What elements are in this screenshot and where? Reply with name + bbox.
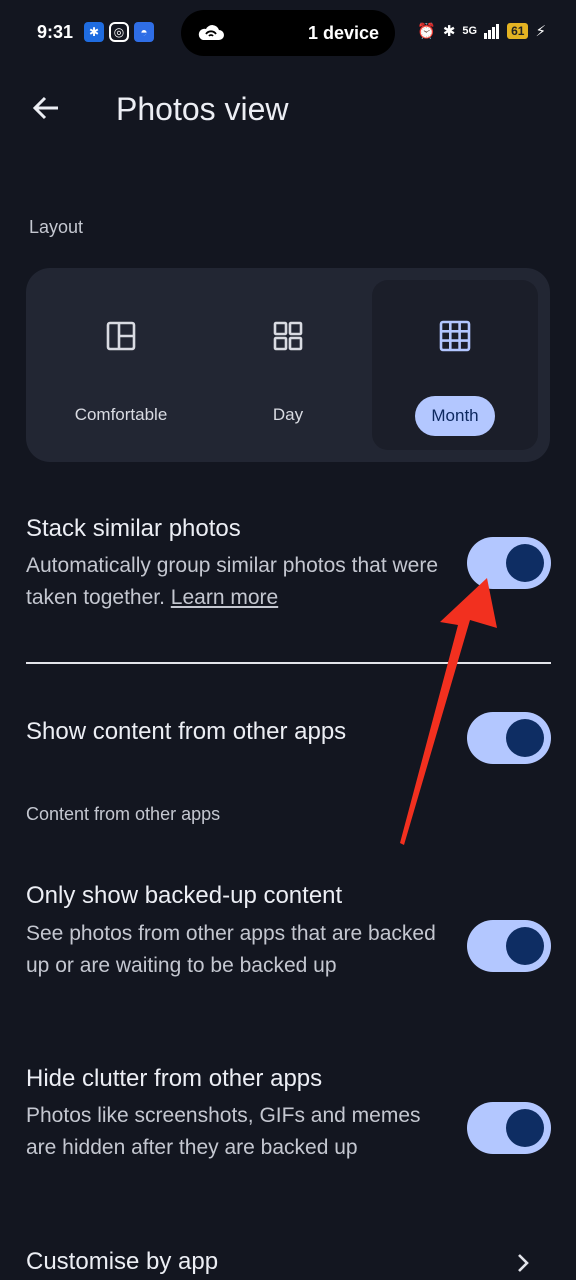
chevron-right-icon[interactable] [512, 1252, 534, 1274]
layout-option-month[interactable]: Month [372, 280, 538, 450]
status-bar: 9:31 ✱ ◎ ◓ 1 device ⏰ ✱ 5G 61 ⚡ [0, 0, 576, 66]
status-time: 9:31 [37, 22, 74, 42]
stack-photos-title: Stack similar photos [26, 515, 241, 542]
system-icons: ⏰ ✱ 5G 61 ⚡ [417, 22, 546, 40]
backed-up-title: Only show backed-up content [26, 882, 343, 909]
toggle-knob [506, 719, 544, 757]
signal-icon: 5G [462, 25, 478, 37]
other-apps-title: Show content from other apps [26, 718, 347, 745]
dynamic-island-pill[interactable]: 1 device [181, 10, 395, 56]
toggle-knob [506, 927, 544, 965]
hide-clutter-toggle[interactable] [467, 1102, 551, 1154]
notification-icons: ✱ ◎ ◓ [84, 22, 154, 42]
bluetooth-app-icon: ✱ [84, 22, 104, 42]
instagram-icon: ◎ [109, 22, 129, 42]
toggle-knob [506, 1109, 544, 1147]
back-button[interactable] [28, 90, 64, 126]
page-title: Photos view [116, 91, 289, 127]
stack-photos-description: Automatically group similar photos that … [26, 550, 446, 614]
layout-selector: Comfortable Day Month [26, 268, 550, 462]
divider [26, 662, 551, 664]
backed-up-toggle[interactable] [467, 920, 551, 972]
battery-icon: 61 [507, 23, 529, 39]
customise-by-app-item[interactable]: Customise by app [26, 1248, 218, 1276]
charging-icon: ⚡ [535, 23, 546, 40]
toggle-knob [506, 544, 544, 582]
layout-option-day[interactable]: Day [205, 280, 371, 450]
other-apps-subheader: Content from other apps [26, 804, 221, 824]
selected-layout-chip: Month [415, 396, 495, 436]
cloud-sync-icon [198, 25, 224, 40]
cell-signal-icon [484, 24, 500, 39]
day-grid-icon [273, 321, 303, 351]
stack-photos-toggle[interactable] [467, 537, 551, 589]
layout-section-label: Layout [29, 217, 84, 237]
layout-option-comfortable[interactable]: Comfortable [38, 280, 204, 450]
layout-option-label: Comfortable [74, 405, 168, 424]
backed-up-description: See photos from other apps that are back… [26, 922, 436, 977]
comfortable-layout-icon [106, 321, 136, 351]
hide-clutter-description: Photos like screenshots, GIFs and memes … [26, 1104, 421, 1159]
bluetooth-icon: ✱ [442, 23, 456, 40]
month-grid-icon [439, 320, 471, 352]
alarm-icon: ⏰ [417, 23, 436, 40]
android-icon: ◓ [134, 22, 154, 42]
arrow-left-icon [32, 96, 58, 120]
layout-option-label: Day [272, 405, 304, 424]
other-apps-toggle[interactable] [467, 712, 551, 764]
learn-more-link[interactable]: Learn more [171, 586, 278, 609]
hide-clutter-title: Hide clutter from other apps [26, 1065, 323, 1092]
pill-device-text: 1 device [307, 23, 379, 43]
